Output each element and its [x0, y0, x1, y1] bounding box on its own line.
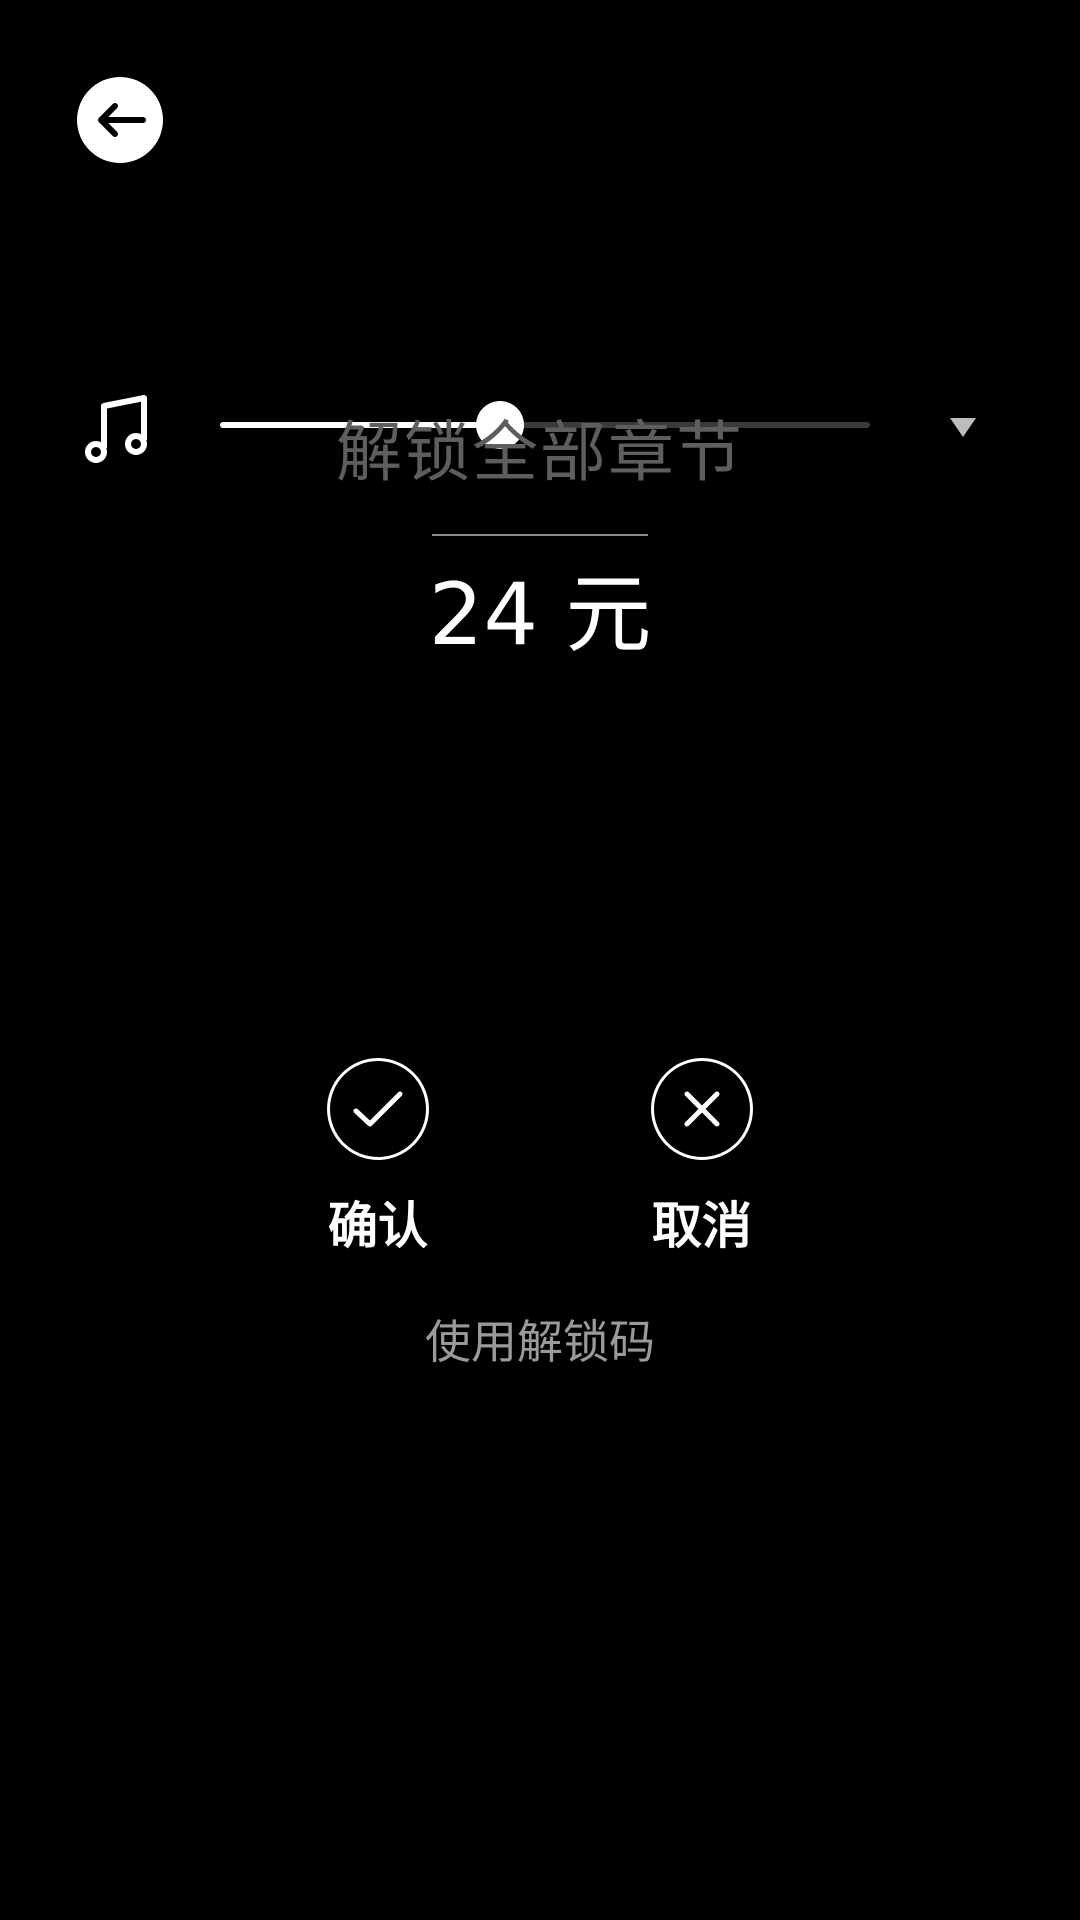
confirm-button[interactable]: 确认	[298, 1058, 458, 1256]
back-button[interactable]	[77, 77, 163, 163]
confirm-circle	[327, 1058, 429, 1160]
arrow-left-icon	[98, 103, 146, 137]
check-icon	[353, 1091, 403, 1127]
price-text: 24 元	[428, 565, 652, 665]
cancel-button[interactable]: 取消	[622, 1058, 782, 1256]
dialog-title: 解锁全部章节	[336, 414, 744, 491]
confirm-label: 确认	[328, 1197, 428, 1255]
cancel-circle	[651, 1058, 753, 1160]
use-unlock-code-link[interactable]: 使用解锁码	[0, 1312, 1080, 1372]
close-icon	[684, 1091, 720, 1127]
title-divider	[432, 534, 648, 536]
cancel-label: 取消	[652, 1197, 752, 1255]
